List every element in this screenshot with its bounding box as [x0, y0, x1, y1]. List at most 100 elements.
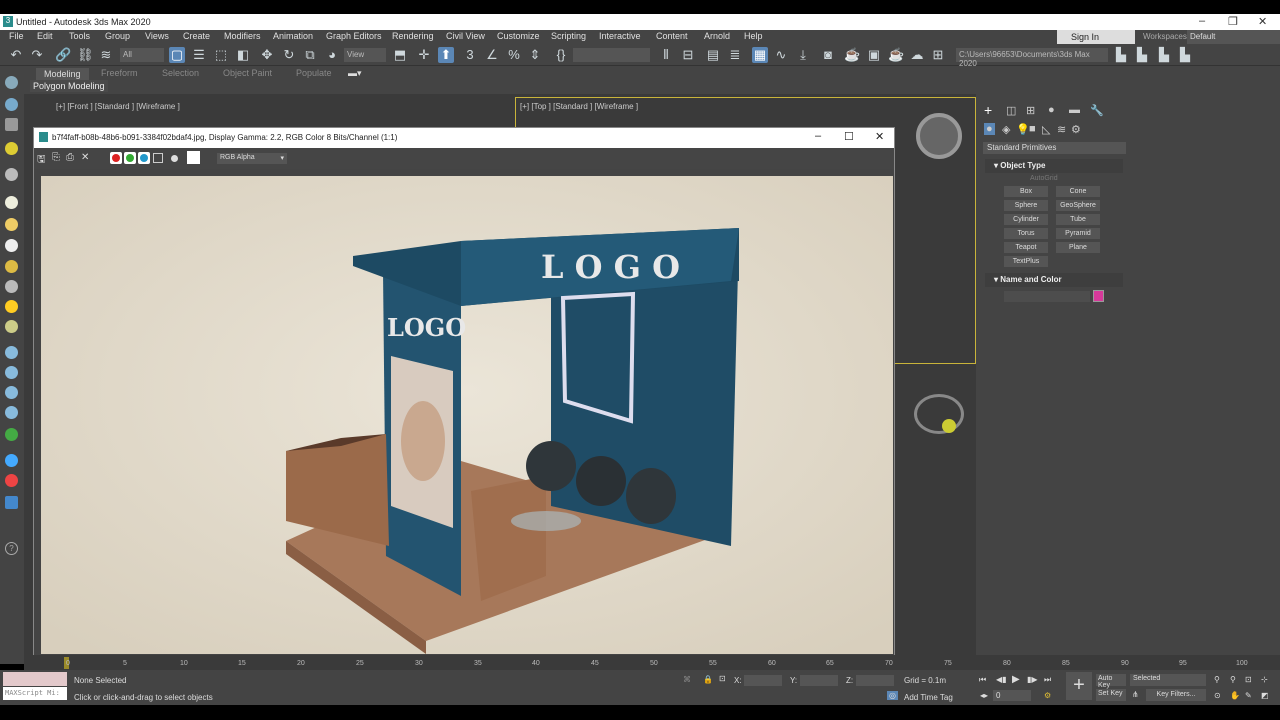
- menu-views[interactable]: Views: [145, 31, 169, 41]
- shapes-icon[interactable]: [5, 98, 18, 111]
- x-coordinate-input[interactable]: [744, 675, 782, 686]
- teapot-icon[interactable]: [5, 76, 18, 89]
- move-icon[interactable]: ✥: [259, 47, 275, 63]
- redo-icon[interactable]: ↷: [29, 47, 45, 63]
- rendered-frame-icon[interactable]: ▣: [866, 47, 882, 63]
- key-filters-button[interactable]: Key Filters...: [1146, 689, 1206, 701]
- teapot-yellow-icon[interactable]: [5, 260, 18, 273]
- lights-cat-icon[interactable]: 💡: [1016, 123, 1030, 136]
- zoom-extents-icon[interactable]: ⊡: [1245, 675, 1252, 684]
- frame-maximize-icon[interactable]: ☐: [844, 130, 854, 143]
- project-folder-icon[interactable]: ▙: [1113, 47, 1129, 63]
- prev-frame-icon[interactable]: ◀▮: [996, 675, 1007, 684]
- sphere-button[interactable]: Sphere: [1004, 200, 1048, 211]
- background-color-swatch[interactable]: [187, 151, 200, 164]
- utilities-tab-icon[interactable]: 🔧: [1090, 104, 1104, 117]
- torus-button[interactable]: Torus: [1004, 228, 1048, 239]
- render-tiles-icon[interactable]: ⊞: [930, 47, 946, 63]
- menu-tools[interactable]: Tools: [69, 31, 90, 41]
- tab-selection[interactable]: Selection: [162, 68, 199, 78]
- menu-file[interactable]: File: [9, 31, 24, 41]
- red-channel-toggle[interactable]: [110, 152, 122, 164]
- bind-space-warp-icon[interactable]: ≋: [98, 47, 114, 63]
- maximize-viewport-icon[interactable]: ◩: [1261, 691, 1269, 700]
- pyramid-button[interactable]: Pyramid: [1056, 228, 1100, 239]
- monochrome-toggle[interactable]: [171, 155, 178, 162]
- cameras-cat-icon[interactable]: ■: [1029, 123, 1036, 135]
- sun-icon[interactable]: [5, 300, 18, 313]
- spacewarps-cat-icon[interactable]: ≋: [1057, 123, 1066, 136]
- current-frame-input[interactable]: 0: [993, 690, 1031, 701]
- box-button[interactable]: Box: [1004, 186, 1048, 197]
- layer-explorer-icon[interactable]: ≣: [727, 47, 743, 63]
- next-frame-icon[interactable]: ▮▶: [1027, 675, 1038, 684]
- y-coordinate-input[interactable]: [800, 675, 838, 686]
- tab-freeform[interactable]: Freeform: [101, 68, 138, 78]
- menu-group[interactable]: Group: [105, 31, 130, 41]
- orbit-icon[interactable]: ✎: [1245, 691, 1252, 700]
- autogrid-checkbox[interactable]: AutoGrid: [1030, 175, 1058, 182]
- sphere-icon[interactable]: [5, 218, 18, 231]
- name-color-rollout[interactable]: ▾ Name and Color: [985, 273, 1123, 287]
- window-crossing-icon[interactable]: ◧: [235, 47, 251, 63]
- object-name-input[interactable]: [1004, 291, 1090, 302]
- add-time-tag-button[interactable]: Add Time Tag: [904, 693, 953, 702]
- menu-customize[interactable]: Customize: [497, 31, 540, 41]
- z-coordinate-input[interactable]: [856, 675, 894, 686]
- go-to-end-icon[interactable]: ⏭: [1044, 675, 1051, 685]
- project-path-dropdown[interactable]: C:\Users\96653\Documents\3ds Max 2020: [956, 48, 1108, 68]
- menu-arnold[interactable]: Arnold: [704, 31, 730, 41]
- ribbon-options-icon[interactable]: ▬▾: [348, 68, 362, 79]
- key-mode-dropdown[interactable]: Selected: [1130, 674, 1206, 686]
- tab-populate[interactable]: Populate: [296, 68, 332, 78]
- menu-create[interactable]: Create: [183, 31, 210, 41]
- help-icon[interactable]: ?: [5, 542, 18, 555]
- viewcube-icon[interactable]: [914, 394, 964, 434]
- alpha-channel-toggle[interactable]: [153, 153, 163, 163]
- spinner-snap-icon[interactable]: ⇕: [527, 47, 543, 63]
- top-viewport-label[interactable]: [+] [Top ] [Standard ] [Wireframe ]: [520, 102, 638, 111]
- set-key-big-icon[interactable]: +: [1066, 672, 1092, 700]
- hierarchy-tab-icon[interactable]: ⊞: [1026, 104, 1035, 117]
- plane-icon[interactable]: [5, 196, 18, 209]
- auto-key-button[interactable]: Auto Key: [1096, 674, 1126, 689]
- geosphere-icon[interactable]: [5, 239, 18, 252]
- named-selection-dropdown[interactable]: [573, 48, 650, 62]
- scale-icon[interactable]: ⧉: [302, 47, 318, 63]
- systems-icon[interactable]: [5, 406, 18, 419]
- foliage-icon[interactable]: [5, 428, 18, 441]
- motion-tab-icon[interactable]: ●: [1048, 104, 1055, 116]
- close-icon[interactable]: ✕: [1258, 15, 1267, 28]
- named-selection-icon[interactable]: {}: [553, 47, 569, 63]
- space-warp-icon[interactable]: [5, 386, 18, 399]
- restore-icon[interactable]: ❐: [1228, 15, 1238, 28]
- isolate-icon[interactable]: ⌘: [683, 675, 691, 684]
- green-channel-toggle[interactable]: [124, 152, 136, 164]
- torus-icon[interactable]: [5, 320, 18, 333]
- blue-channel-toggle[interactable]: [138, 152, 150, 164]
- systems-cat-icon[interactable]: ⚙: [1071, 123, 1081, 136]
- create-tab-icon[interactable]: +: [984, 102, 992, 118]
- frame-close-icon[interactable]: ✕: [875, 130, 884, 143]
- menu-interactive[interactable]: Interactive: [599, 31, 641, 41]
- project-save-icon[interactable]: ▙: [1156, 47, 1172, 63]
- box-icon[interactable]: [5, 118, 18, 131]
- tube-button[interactable]: Tube: [1056, 214, 1100, 225]
- material-editor-icon[interactable]: ◙: [820, 47, 836, 63]
- ref-coord-dropdown[interactable]: View: [344, 48, 386, 62]
- maxscript-mini-input[interactable]: MAXScript Mi:: [3, 687, 67, 700]
- select-by-name-icon[interactable]: ☰: [191, 47, 207, 63]
- menu-edit[interactable]: Edit: [37, 31, 53, 41]
- render-setup-icon[interactable]: ☕: [844, 47, 860, 63]
- place-icon[interactable]: ◕: [324, 47, 340, 63]
- geosphere-button[interactable]: GeoSphere: [1056, 200, 1100, 211]
- menu-content[interactable]: Content: [656, 31, 688, 41]
- clear-image-icon[interactable]: ✕: [81, 152, 89, 163]
- zoom-extents-all-icon[interactable]: ⊹: [1261, 675, 1268, 684]
- camera-icon[interactable]: [5, 168, 18, 181]
- rect-selection-icon[interactable]: ⬚: [213, 47, 229, 63]
- teapot-button[interactable]: Teapot: [1004, 242, 1048, 253]
- ribbon-polygon-modeling[interactable]: Polygon Modeling: [30, 80, 108, 92]
- curve-editor-icon[interactable]: ∿: [773, 47, 789, 63]
- select-manipulate-icon[interactable]: ✛: [416, 47, 432, 63]
